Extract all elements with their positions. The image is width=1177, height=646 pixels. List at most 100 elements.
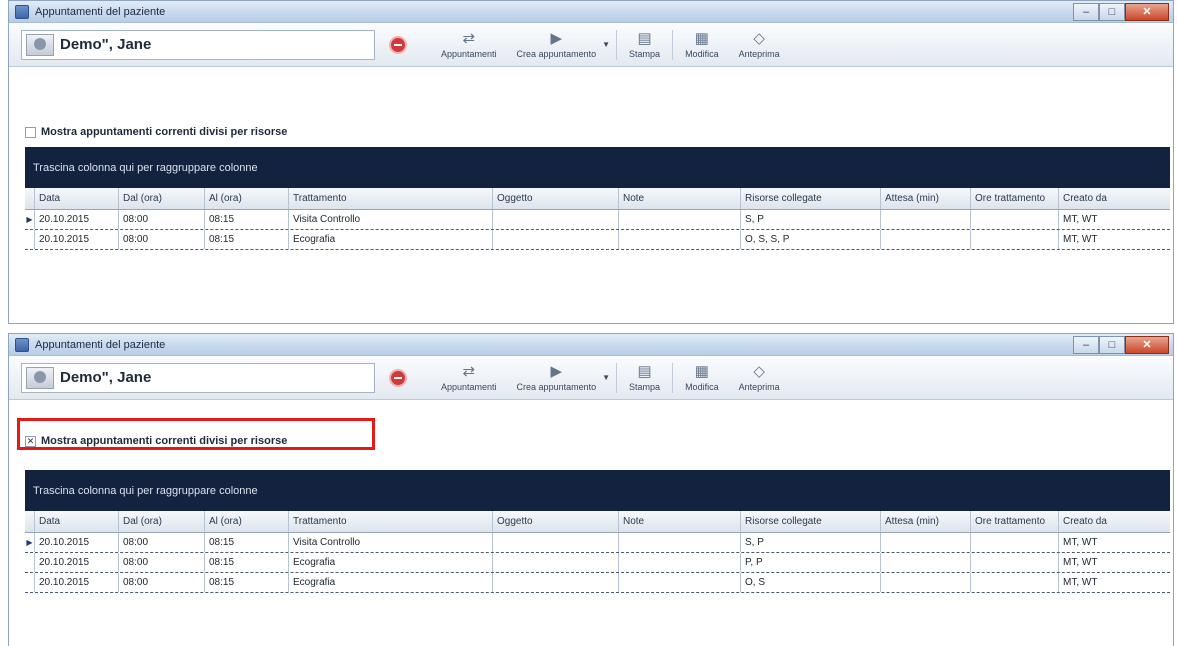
col-resources[interactable]: Risorse collegate: [741, 188, 881, 209]
cell-resources: S, P: [741, 533, 881, 552]
cell-created-by: MT, WT: [1063, 234, 1098, 245]
appointments-button[interactable]: ⇄ Appuntamenti: [431, 26, 507, 64]
edit-label: Modifica: [685, 48, 719, 59]
patient-icon: [26, 33, 54, 56]
split-by-resource-checkbox[interactable]: [25, 126, 36, 138]
cell-wait: [881, 553, 971, 572]
cell-date: 20.10.2015: [35, 533, 119, 552]
cell-from: 08:00: [119, 533, 205, 552]
close-icon[interactable]: ✕: [1125, 335, 1169, 354]
appointments-button[interactable]: ⇄ Appuntamenti: [431, 359, 507, 397]
grid-header: Data Dal (ora) Al (ora) Trattamento Ogge…: [25, 511, 1170, 533]
table-row[interactable]: 20.10.2015 08:00 08:15 Ecografia O, S MT…: [25, 573, 1170, 593]
cell-treatment-hours: [971, 573, 1059, 592]
patient-selector[interactable]: Demo", Jane: [21, 362, 375, 393]
col-treatment-hours[interactable]: Ore trattamento: [971, 511, 1059, 532]
create-appointment-label: Crea appuntamento: [516, 48, 597, 59]
appointments-grid: Trascina colonna qui per raggruppare col…: [25, 147, 1170, 250]
col-date[interactable]: Data: [35, 188, 119, 209]
cell-date: 20.10.2015: [35, 573, 119, 592]
col-subject[interactable]: Oggetto: [493, 188, 619, 209]
maximize-icon[interactable]: □: [1099, 335, 1125, 354]
col-treatment[interactable]: Trattamento: [289, 511, 493, 532]
col-wait[interactable]: Attesa (min): [881, 511, 971, 532]
remove-patient-icon[interactable]: [389, 35, 407, 54]
cell-treatment-hours: [971, 533, 1059, 552]
close-icon[interactable]: ✕: [1125, 2, 1169, 21]
split-by-resource-checkbox[interactable]: ✕: [25, 435, 36, 447]
col-notes[interactable]: Note: [619, 511, 741, 532]
col-to[interactable]: Al (ora): [205, 188, 289, 209]
col-from[interactable]: Dal (ora): [119, 511, 205, 532]
col-resources[interactable]: Risorse collegate: [741, 511, 881, 532]
appointments-label: Appuntamenti: [441, 48, 497, 59]
grid-body: ▶ 20.10.2015 08:00 08:15 Visita Controll…: [25, 210, 1170, 250]
preview-icon: ◇: [753, 362, 765, 380]
table-row[interactable]: 20.10.2015 08:00 08:15 Ecografia P, P MT…: [25, 553, 1170, 573]
cell-created-by: MT, WT: [1063, 537, 1098, 548]
print-button[interactable]: ▤ Stampa: [619, 26, 670, 64]
preview-button[interactable]: ◇ Anteprima: [729, 359, 790, 397]
col-date[interactable]: Data: [35, 511, 119, 532]
toolbar-separator: [672, 362, 674, 393]
create-appointment-label: Crea appuntamento: [516, 381, 597, 392]
create-appointment-button[interactable]: ▶ Crea appuntamento: [507, 26, 607, 64]
row-indicator: [25, 553, 35, 572]
cell-resources: S, P: [741, 210, 881, 229]
cell-created-by: MT, WT: [1063, 214, 1098, 225]
dropdown-arrow-icon[interactable]: ▼: [602, 373, 610, 382]
print-button[interactable]: ▤ Stampa: [619, 359, 670, 397]
create-appointment-button[interactable]: ▶ Crea appuntamento: [507, 359, 607, 397]
grid-body: ▶ 20.10.2015 08:00 08:15 Visita Controll…: [25, 533, 1170, 593]
cell-subject: [493, 553, 619, 572]
patient-selector[interactable]: Demo", Jane: [21, 29, 375, 60]
col-created-by[interactable]: Creato da: [1059, 511, 1160, 532]
remove-patient-icon[interactable]: [389, 368, 407, 387]
cell-created-by: MT, WT: [1063, 577, 1098, 588]
col-treatment-hours[interactable]: Ore trattamento: [971, 188, 1059, 209]
minimize-icon[interactable]: –: [1073, 335, 1099, 354]
table-row[interactable]: ▶ 20.10.2015 08:00 08:15 Visita Controll…: [25, 210, 1170, 230]
col-to[interactable]: Al (ora): [205, 511, 289, 532]
cell-created-by: MT, WT: [1063, 557, 1098, 568]
preview-label: Anteprima: [738, 48, 780, 59]
patient-icon: [26, 366, 54, 389]
col-created-by[interactable]: Creato da: [1059, 188, 1160, 209]
edit-icon: ▦: [694, 362, 709, 380]
split-by-resource-option[interactable]: Mostra appuntamenti correnti divisi per …: [9, 117, 1173, 147]
table-row[interactable]: 20.10.2015 08:00 08:15 Ecografia O, S, S…: [25, 230, 1170, 250]
toolbar-separator: [616, 29, 618, 60]
toolbar: Demo", Jane ⇄ Appuntamenti ▶ Crea appuntam…: [9, 356, 1173, 400]
table-row[interactable]: ▶ 20.10.2015 08:00 08:15 Visita Controll…: [25, 533, 1170, 553]
cell-from: 08:00: [119, 230, 205, 249]
cell-treatment: Ecografia: [289, 553, 493, 572]
print-label: Stampa: [629, 381, 661, 392]
split-by-resource-option[interactable]: ✕ Mostra appuntamenti correnti divisi pe…: [9, 426, 1173, 456]
cell-subject: [493, 573, 619, 592]
col-from[interactable]: Dal (ora): [119, 188, 205, 209]
col-notes[interactable]: Note: [619, 188, 741, 209]
cell-subject: [493, 533, 619, 552]
split-by-resource-label: Mostra appuntamenti correnti divisi per …: [41, 126, 288, 138]
cell-from: 08:00: [119, 573, 205, 592]
cell-resources: P, P: [741, 553, 881, 572]
cell-wait: [881, 210, 971, 229]
cell-notes: [619, 553, 741, 572]
group-by-banner: Trascina colonna qui per raggruppare col…: [25, 470, 1170, 511]
maximize-icon[interactable]: □: [1099, 2, 1125, 21]
cell-wait: [881, 573, 971, 592]
dropdown-arrow-icon[interactable]: ▼: [602, 40, 610, 49]
cell-treatment: Ecografia: [289, 573, 493, 592]
minimize-icon[interactable]: –: [1073, 2, 1099, 21]
cell-date: 20.10.2015: [35, 553, 119, 572]
patient-name: Demo", Jane: [60, 36, 152, 53]
edit-button[interactable]: ▦ Modifica: [675, 359, 729, 397]
grid-header: Data Dal (ora) Al (ora) Trattamento Ogge…: [25, 188, 1170, 210]
edit-button[interactable]: ▦ Modifica: [675, 26, 729, 64]
cell-to: 08:15: [205, 210, 289, 229]
col-wait[interactable]: Attesa (min): [881, 188, 971, 209]
row-indicator-header: [25, 511, 35, 532]
col-subject[interactable]: Oggetto: [493, 511, 619, 532]
preview-button[interactable]: ◇ Anteprima: [729, 26, 790, 64]
col-treatment[interactable]: Trattamento: [289, 188, 493, 209]
